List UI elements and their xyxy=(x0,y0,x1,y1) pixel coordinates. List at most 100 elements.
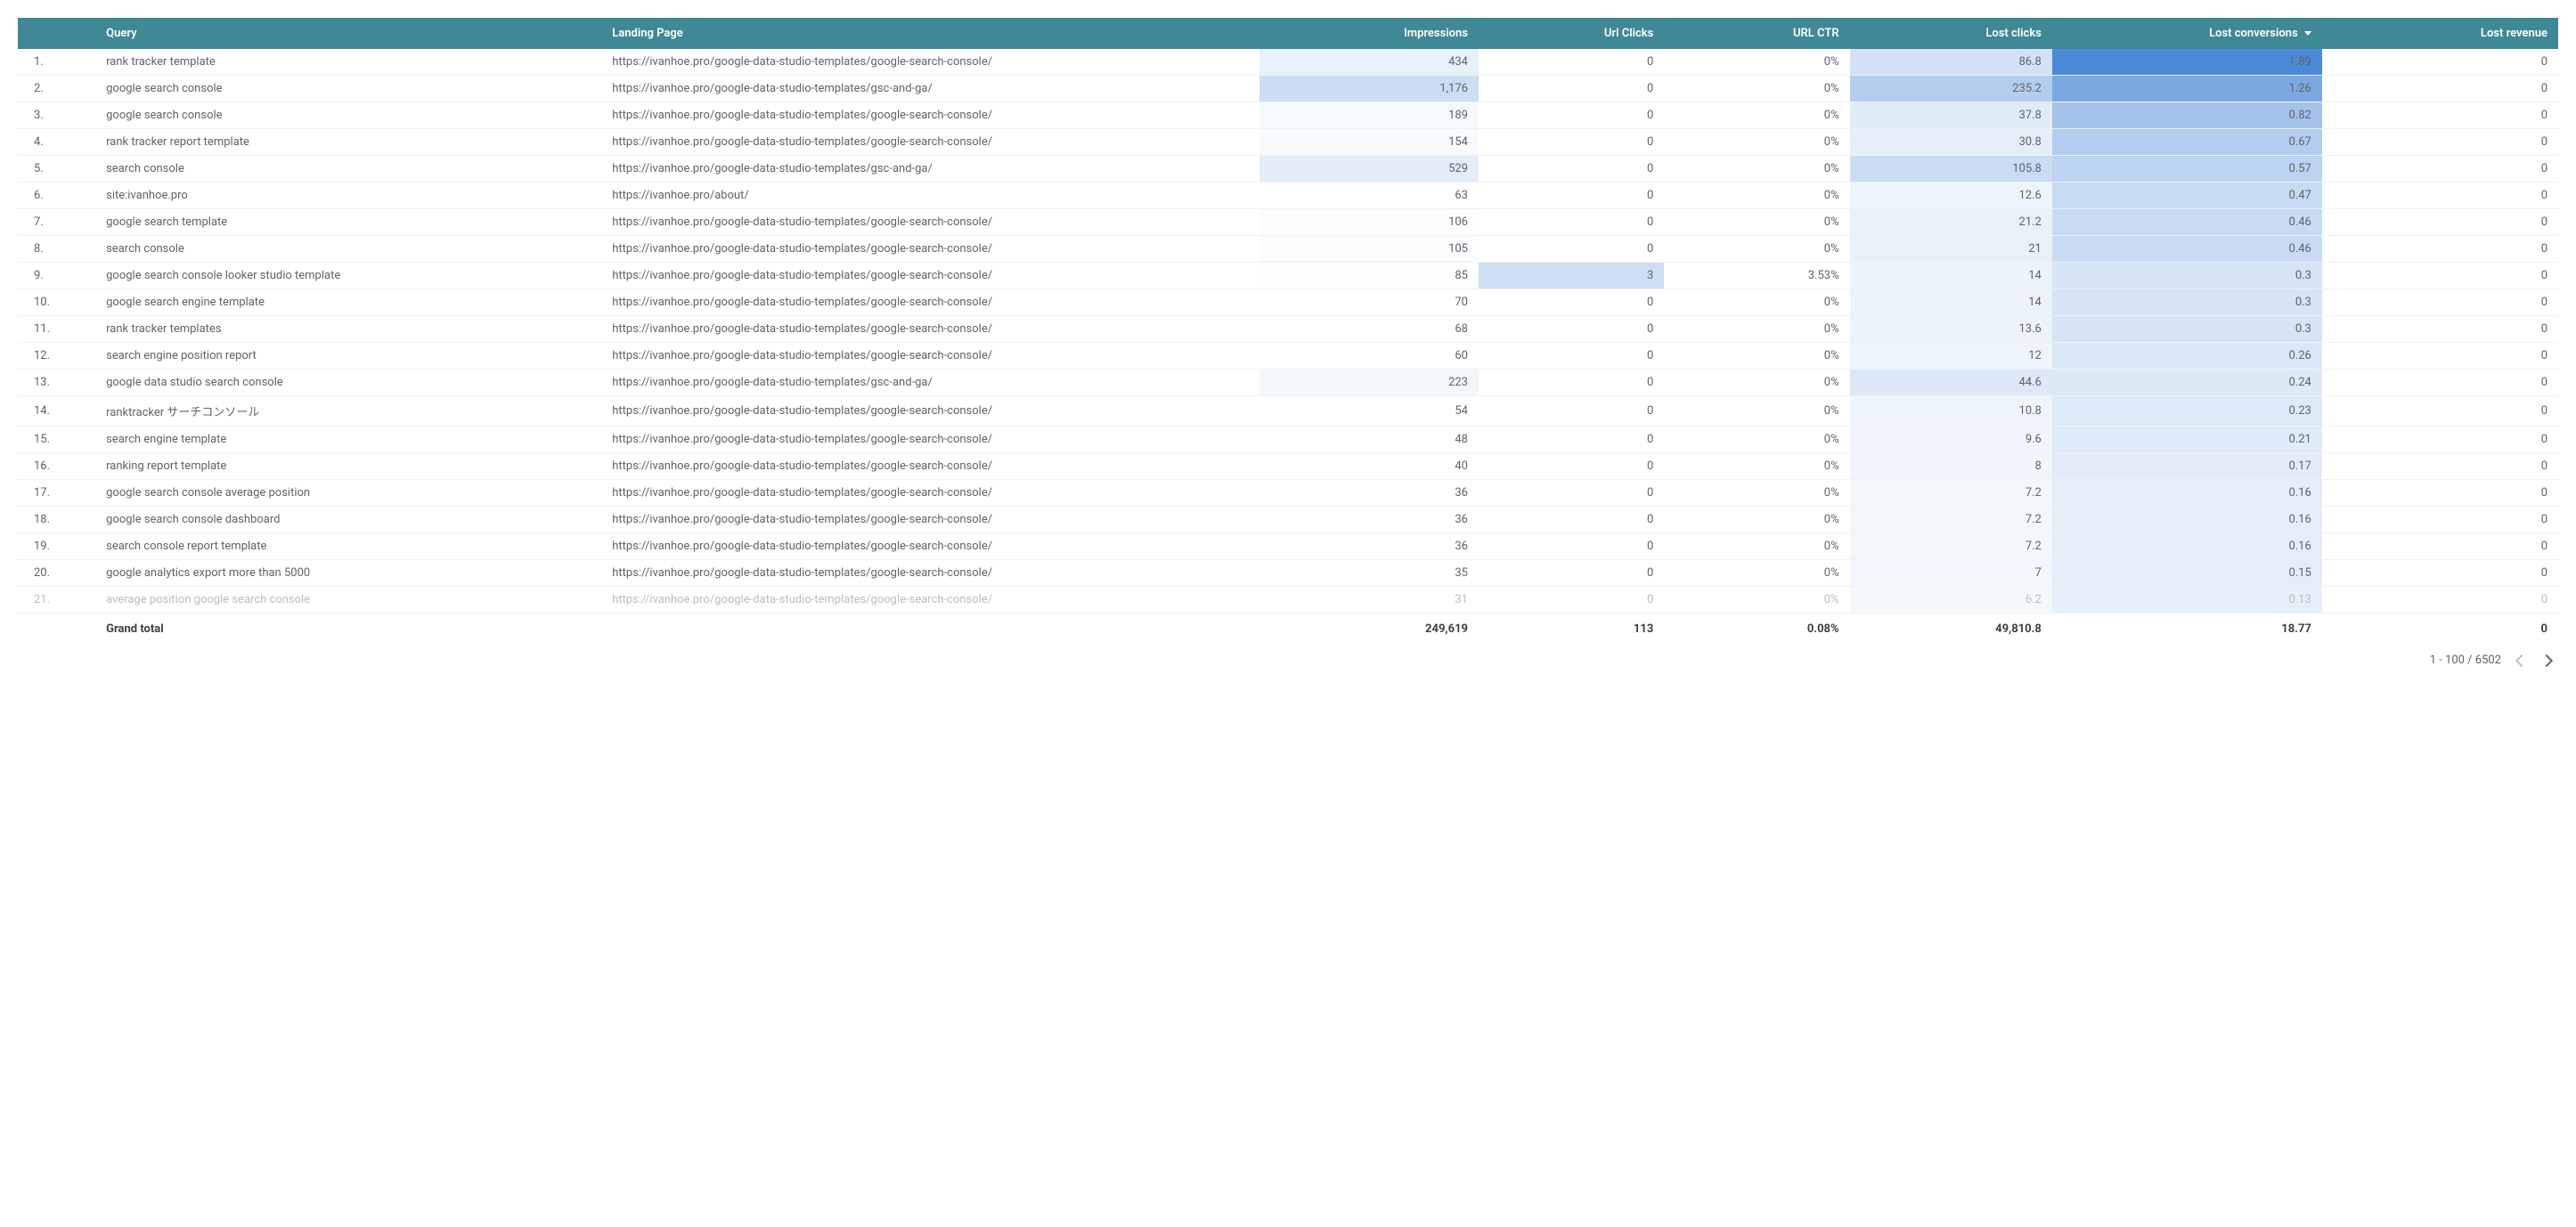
cell-lost-clicks: 44.6 xyxy=(1850,370,2052,396)
cell-url-ctr: 0% xyxy=(1664,76,1849,102)
cell-lost-clicks: 14 xyxy=(1850,289,2052,316)
table-row[interactable]: 16.ranking report templatehttps://ivanho… xyxy=(18,453,2558,480)
cell-impressions: 223 xyxy=(1259,370,1479,396)
cell-query: google search template xyxy=(95,209,601,236)
cell-lost-conversions: 0.17 xyxy=(2052,453,2322,480)
cell-lost-clicks: 7.2 xyxy=(1850,480,2052,507)
cell-url-clicks: 0 xyxy=(1479,453,1664,480)
cell-lost-clicks: 86.8 xyxy=(1850,49,2052,76)
cell-query: google data studio search console xyxy=(95,370,601,396)
row-index: 21. xyxy=(18,587,95,614)
table-row[interactable]: 19.search console report templatehttps:/… xyxy=(18,533,2558,560)
cell-impressions: 529 xyxy=(1259,156,1479,183)
cell-url-ctr: 0% xyxy=(1664,183,1849,209)
header-query[interactable]: Query xyxy=(95,18,601,49)
cell-url-clicks: 0 xyxy=(1479,183,1664,209)
cell-landing: https://ivanhoe.pro/google-data-studio-t… xyxy=(601,480,1259,507)
cell-url-ctr: 0% xyxy=(1664,156,1849,183)
table-row[interactable]: 2.google search consolehttps://ivanhoe.p… xyxy=(18,76,2558,102)
cell-query: average position google search console xyxy=(95,587,601,614)
table-row[interactable]: 5.search consolehttps://ivanhoe.pro/goog… xyxy=(18,156,2558,183)
cell-landing: https://ivanhoe.pro/google-data-studio-t… xyxy=(601,427,1259,453)
table-row[interactable]: 20.google analytics export more than 500… xyxy=(18,560,2558,587)
header-lost-clicks[interactable]: Lost clicks xyxy=(1850,18,2052,49)
cell-lost-clicks: 7 xyxy=(1850,560,2052,587)
header-lost-conversions[interactable]: Lost conversions xyxy=(2052,18,2322,49)
table-row[interactable]: 3.google search consolehttps://ivanhoe.p… xyxy=(18,102,2558,129)
pagination-range: 1 - 100 / 6502 xyxy=(2430,654,2501,667)
cell-url-ctr: 0% xyxy=(1664,480,1849,507)
row-index: 9. xyxy=(18,263,95,289)
pagination-bar: 1 - 100 / 6502 xyxy=(18,645,2558,676)
cell-lost-revenue: 0 xyxy=(2322,129,2558,156)
cell-landing: https://ivanhoe.pro/google-data-studio-t… xyxy=(601,289,1259,316)
sort-desc-icon xyxy=(2304,31,2311,36)
header-landing[interactable]: Landing Page xyxy=(601,18,1259,49)
row-index: 7. xyxy=(18,209,95,236)
table-row[interactable]: 4.rank tracker report templatehttps://iv… xyxy=(18,129,2558,156)
cell-lost-revenue: 0 xyxy=(2322,316,2558,343)
table-row[interactable]: 7.google search templatehttps://ivanhoe.… xyxy=(18,209,2558,236)
cell-impressions: 36 xyxy=(1259,480,1479,507)
table-row[interactable]: 21.average position google search consol… xyxy=(18,587,2558,614)
cell-lost-conversions: 0.16 xyxy=(2052,507,2322,533)
cell-url-clicks: 0 xyxy=(1479,533,1664,560)
cell-url-clicks: 0 xyxy=(1479,49,1664,76)
table-row[interactable]: 14.ranktracker サーチコンソールhttps://ivanhoe.p… xyxy=(18,396,2558,427)
cell-lost-conversions: 0.46 xyxy=(2052,236,2322,263)
chevron-left-icon[interactable] xyxy=(2515,654,2528,666)
cell-url-ctr: 0% xyxy=(1664,316,1849,343)
cell-url-clicks: 0 xyxy=(1479,129,1664,156)
table-row[interactable]: 8.search consolehttps://ivanhoe.pro/goog… xyxy=(18,236,2558,263)
table-row[interactable]: 10.google search engine templatehttps://… xyxy=(18,289,2558,316)
table-row[interactable]: 12.search engine position reporthttps://… xyxy=(18,343,2558,370)
table-row[interactable]: 1.rank tracker templatehttps://ivanhoe.p… xyxy=(18,49,2558,76)
cell-impressions: 85 xyxy=(1259,263,1479,289)
cell-lost-conversions: 0.47 xyxy=(2052,183,2322,209)
table-row[interactable]: 15.search engine templatehttps://ivanhoe… xyxy=(18,427,2558,453)
row-index: 19. xyxy=(18,533,95,560)
cell-url-clicks: 0 xyxy=(1479,370,1664,396)
table-row[interactable]: 9.google search console looker studio te… xyxy=(18,263,2558,289)
cell-impressions: 70 xyxy=(1259,289,1479,316)
cell-landing: https://ivanhoe.pro/google-data-studio-t… xyxy=(601,76,1259,102)
cell-lost-conversions: 0.13 xyxy=(2052,587,2322,614)
cell-lost-conversions: 0.82 xyxy=(2052,102,2322,129)
table-row[interactable]: 13.google data studio search consolehttp… xyxy=(18,370,2558,396)
header-lost-revenue[interactable]: Lost revenue xyxy=(2322,18,2558,49)
header-row: Query Landing Page Impressions Url Click… xyxy=(18,18,2558,49)
row-index: 14. xyxy=(18,396,95,427)
cell-landing: https://ivanhoe.pro/google-data-studio-t… xyxy=(601,209,1259,236)
cell-landing: https://ivanhoe.pro/google-data-studio-t… xyxy=(601,560,1259,587)
cell-lost-revenue: 0 xyxy=(2322,480,2558,507)
table-row[interactable]: 6.site:ivanhoe.prohttps://ivanhoe.pro/ab… xyxy=(18,183,2558,209)
cell-lost-clicks: 7.2 xyxy=(1850,533,2052,560)
header-impressions[interactable]: Impressions xyxy=(1259,18,1479,49)
header-url-clicks[interactable]: Url Clicks xyxy=(1479,18,1664,49)
cell-lost-clicks: 21.2 xyxy=(1850,209,2052,236)
table-row[interactable]: 18.google search console dashboardhttps:… xyxy=(18,507,2558,533)
row-index: 1. xyxy=(18,49,95,76)
row-index: 3. xyxy=(18,102,95,129)
row-index: 17. xyxy=(18,480,95,507)
cell-landing: https://ivanhoe.pro/google-data-studio-t… xyxy=(601,102,1259,129)
cell-impressions: 434 xyxy=(1259,49,1479,76)
cell-impressions: 1,176 xyxy=(1259,76,1479,102)
cell-url-ctr: 0% xyxy=(1664,209,1849,236)
cell-lost-revenue: 0 xyxy=(2322,209,2558,236)
chevron-right-icon[interactable] xyxy=(2540,654,2553,666)
cell-landing: https://ivanhoe.pro/google-data-studio-t… xyxy=(601,49,1259,76)
cell-lost-conversions: 0.16 xyxy=(2052,533,2322,560)
cell-lost-revenue: 0 xyxy=(2322,396,2558,427)
cell-lost-conversions: 1.89 xyxy=(2052,49,2322,76)
cell-url-clicks: 0 xyxy=(1479,76,1664,102)
cell-query: ranking report template xyxy=(95,453,601,480)
cell-url-ctr: 0% xyxy=(1664,587,1849,614)
cell-lost-clicks: 21 xyxy=(1850,236,2052,263)
table-row[interactable]: 11.rank tracker templateshttps://ivanhoe… xyxy=(18,316,2558,343)
table-row[interactable]: 17.google search console average positio… xyxy=(18,480,2558,507)
cell-lost-clicks: 9.6 xyxy=(1850,427,2052,453)
header-url-ctr[interactable]: URL CTR xyxy=(1664,18,1849,49)
cell-impressions: 106 xyxy=(1259,209,1479,236)
cell-landing: https://ivanhoe.pro/about/ xyxy=(601,183,1259,209)
